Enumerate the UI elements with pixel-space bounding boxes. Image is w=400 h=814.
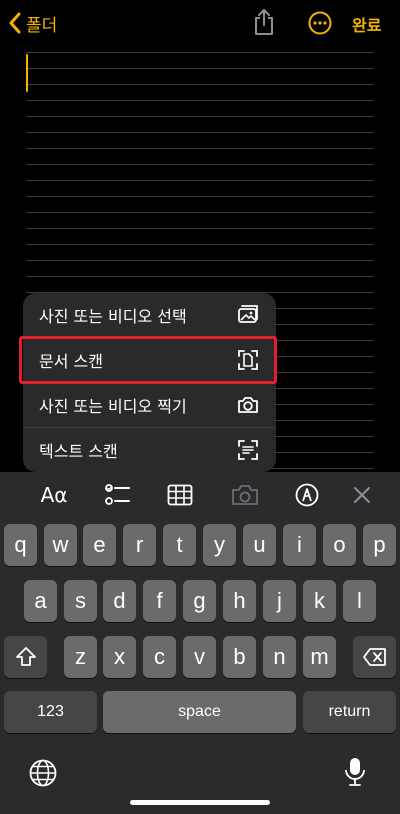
more-button[interactable] xyxy=(308,11,332,35)
menu-item-label: 사진 또는 비디오 선택 xyxy=(39,307,187,326)
key-o[interactable]: o xyxy=(323,524,356,566)
camera-button[interactable] xyxy=(230,482,260,508)
key-v[interactable]: v xyxy=(183,636,216,678)
checklist-icon xyxy=(105,484,130,505)
key-c[interactable]: c xyxy=(143,636,176,678)
shift-key[interactable] xyxy=(4,636,47,678)
delete-key[interactable] xyxy=(353,636,396,678)
markup-button[interactable] xyxy=(294,482,320,508)
key-t[interactable]: t xyxy=(163,524,196,566)
menu-item-label: 사진 또는 비디오 찍기 xyxy=(39,397,187,416)
menu-item-take-photo-video[interactable]: 사진 또는 비디오 찍기 xyxy=(23,383,276,427)
markup-icon xyxy=(295,483,319,507)
numbers-key[interactable]: 123 xyxy=(4,691,97,733)
key-g[interactable]: g xyxy=(183,580,216,622)
key-k[interactable]: k xyxy=(303,580,336,622)
shift-icon xyxy=(15,647,36,666)
return-key[interactable]: return xyxy=(303,691,396,733)
key-l[interactable]: l xyxy=(343,580,376,622)
photo-library-icon xyxy=(238,305,258,323)
share-icon xyxy=(255,9,273,35)
globe-icon xyxy=(29,759,57,787)
share-button[interactable] xyxy=(252,8,276,36)
key-z[interactable]: z xyxy=(64,636,97,678)
key-j[interactable]: j xyxy=(263,580,296,622)
key-m[interactable]: m xyxy=(303,636,336,678)
dictation-button[interactable] xyxy=(342,756,368,788)
done-button[interactable]: 완료 xyxy=(352,12,381,36)
keyboard: Aα q w e r t y u i o p a s d f g h j k l… xyxy=(0,472,400,814)
text-format-button[interactable]: Aα xyxy=(36,482,72,508)
keyboard-toolbar: Aα xyxy=(0,472,400,518)
camera-icon xyxy=(238,397,258,413)
key-h[interactable]: h xyxy=(223,580,256,622)
back-label: 폴더 xyxy=(26,15,58,36)
key-x[interactable]: x xyxy=(103,636,136,678)
key-d[interactable]: d xyxy=(103,580,136,622)
menu-item-choose-photo-video[interactable]: 사진 또는 비디오 선택 xyxy=(23,293,276,337)
key-a[interactable]: a xyxy=(24,580,57,622)
key-f[interactable]: f xyxy=(143,580,176,622)
microphone-icon xyxy=(345,758,365,786)
home-indicator xyxy=(130,800,270,805)
key-q[interactable]: q xyxy=(4,524,37,566)
table-icon xyxy=(167,484,193,506)
key-e[interactable]: e xyxy=(83,524,116,566)
text-scan-icon xyxy=(238,440,258,460)
key-n[interactable]: n xyxy=(263,636,296,678)
checklist-button[interactable] xyxy=(104,482,132,508)
key-y[interactable]: y xyxy=(203,524,236,566)
text-cursor xyxy=(26,54,28,92)
key-u[interactable]: u xyxy=(243,524,276,566)
nav-bar: 폴더 완료 xyxy=(0,0,400,46)
key-p[interactable]: p xyxy=(363,524,396,566)
close-icon xyxy=(354,487,370,503)
globe-button[interactable] xyxy=(28,758,58,788)
menu-item-scan-text[interactable]: 텍스트 스캔 xyxy=(23,428,276,472)
key-s[interactable]: s xyxy=(64,580,97,622)
key-b[interactable]: b xyxy=(223,636,256,678)
table-button[interactable] xyxy=(166,482,194,508)
camera-icon xyxy=(232,485,258,505)
backspace-icon xyxy=(362,648,386,666)
menu-item-label: 텍스트 스캔 xyxy=(39,442,118,461)
close-button[interactable] xyxy=(350,482,374,508)
space-key[interactable]: space xyxy=(103,691,296,733)
more-options-icon xyxy=(308,11,332,35)
highlight-box xyxy=(19,336,277,384)
back-button[interactable]: 폴더 xyxy=(8,10,57,36)
key-r[interactable]: r xyxy=(123,524,156,566)
key-i[interactable]: i xyxy=(283,524,316,566)
key-w[interactable]: w xyxy=(44,524,77,566)
chevron-left-icon xyxy=(9,12,21,34)
